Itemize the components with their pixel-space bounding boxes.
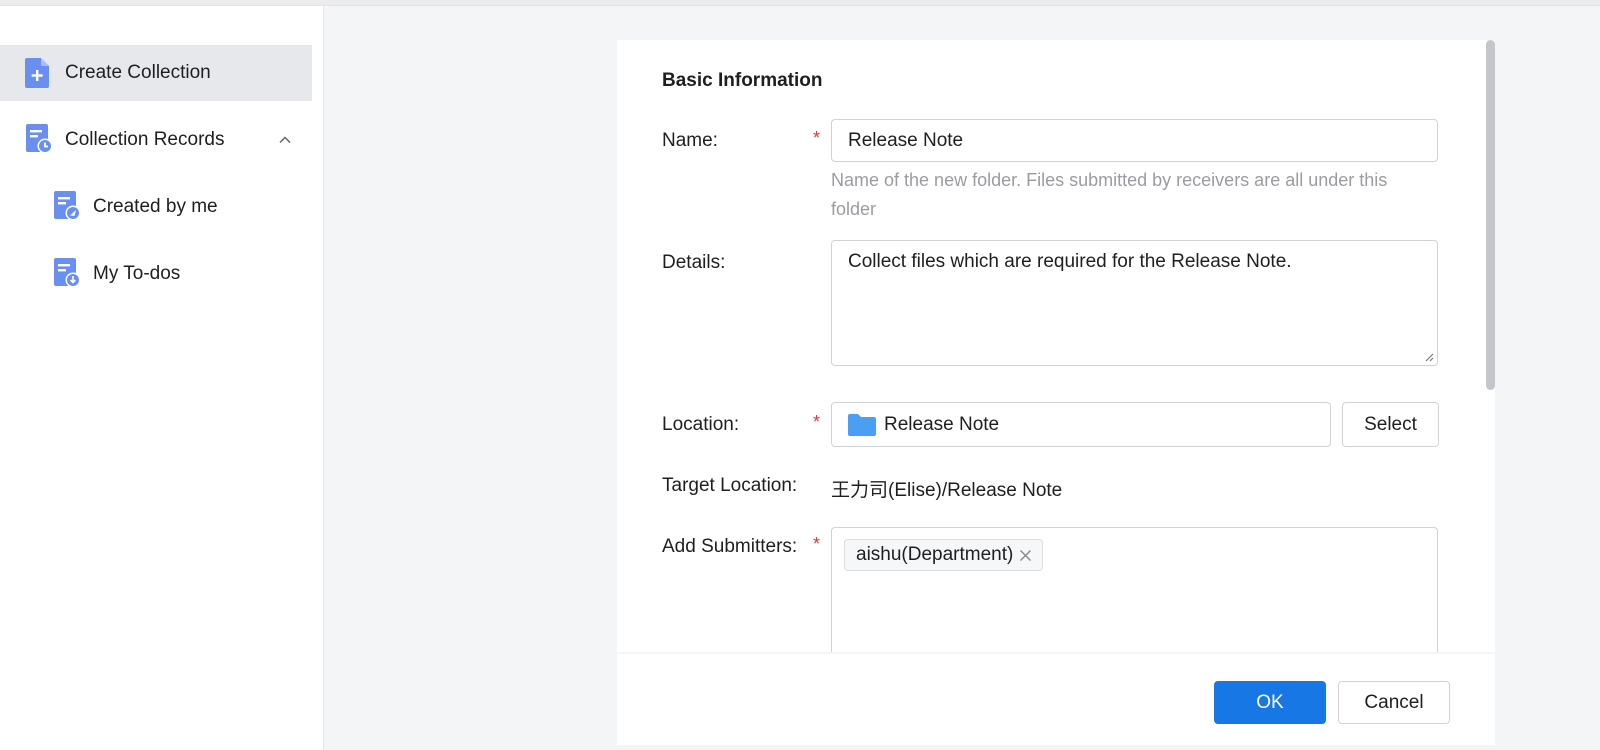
cancel-button[interactable]: Cancel: [1338, 681, 1450, 724]
name-label: Name:: [662, 130, 718, 151]
target-location-label: Target Location:: [662, 475, 798, 496]
sidebar-item-label: Create Collection: [65, 62, 211, 83]
submitter-tag-label: aishu(Department): [856, 544, 1014, 565]
ok-button[interactable]: OK: [1214, 681, 1326, 724]
details-value: Collect files which are required for the…: [848, 251, 1292, 272]
location-field[interactable]: Release Note: [831, 402, 1331, 447]
sidebar-item-my-todos[interactable]: My To-dos: [0, 246, 312, 302]
sidebar: Create Collection Collection Records Cre…: [0, 6, 324, 750]
folder-icon: [848, 413, 876, 436]
location-label: Location:: [662, 414, 740, 435]
sidebar-item-label: My To-dos: [93, 263, 181, 284]
location-value: Release Note: [884, 413, 1000, 435]
doc-download-icon: [54, 258, 81, 288]
submitters-label: Add Submitters:: [662, 536, 798, 557]
section-title: Basic Information: [662, 70, 823, 91]
sidebar-item-created-by-me[interactable]: Created by me: [0, 179, 312, 235]
resize-handle-icon[interactable]: [1422, 350, 1434, 362]
sidebar-item-label: Created by me: [93, 196, 218, 217]
doc-send-icon: [54, 191, 81, 221]
name-input-value: Release Note: [848, 129, 964, 151]
required-mark: *: [813, 534, 821, 554]
sidebar-item-label: Collection Records: [65, 129, 225, 150]
select-button[interactable]: Select: [1342, 402, 1439, 447]
details-textarea[interactable]: Collect files which are required for the…: [831, 240, 1438, 366]
scrollbar[interactable]: [1486, 40, 1495, 390]
sidebar-item-collection-records[interactable]: Collection Records: [0, 112, 312, 168]
name-input[interactable]: Release Note: [831, 119, 1438, 162]
sidebar-item-create-collection[interactable]: Create Collection: [0, 45, 312, 101]
doc-clock-icon: [26, 124, 53, 154]
required-mark: *: [813, 412, 821, 432]
target-location-value: 王力司(Elise)/Release Note: [831, 480, 1063, 501]
required-mark: *: [813, 128, 821, 148]
submitter-tag: aishu(Department): [844, 539, 1044, 571]
submitters-field[interactable]: aishu(Department): [831, 527, 1438, 654]
name-hint: Name of the new folder. Files submitted …: [831, 170, 1388, 219]
chevron-up-icon[interactable]: [277, 132, 293, 148]
close-icon[interactable]: [1019, 549, 1032, 562]
doc-plus-icon: [25, 58, 49, 88]
details-label: Details:: [662, 252, 726, 273]
